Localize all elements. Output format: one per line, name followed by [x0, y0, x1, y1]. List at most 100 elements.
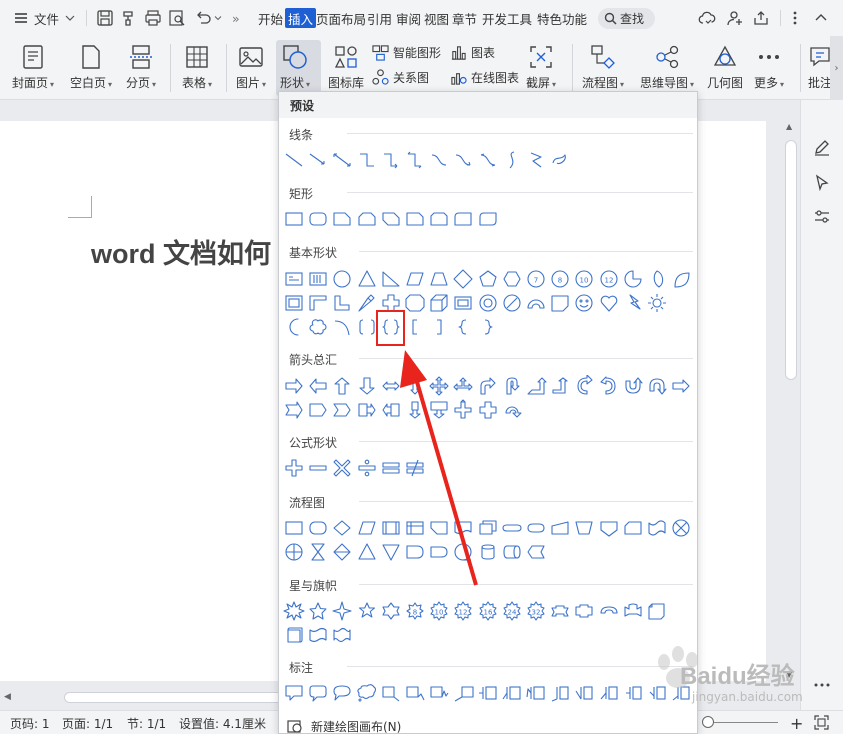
select-cursor-icon[interactable]: [813, 174, 831, 192]
shape-option[interactable]: [331, 375, 353, 397]
status-setting-value[interactable]: 设置值: 4.1厘米: [179, 711, 266, 734]
shape-option[interactable]: [622, 682, 644, 704]
new-canvas-item[interactable]: 新建绘图画布(N): [279, 717, 697, 733]
shape-option[interactable]: 12: [452, 600, 474, 622]
shape-option[interactable]: [598, 375, 620, 397]
shape-option[interactable]: [404, 316, 426, 338]
shape-option[interactable]: [477, 149, 499, 171]
shape-option[interactable]: [331, 541, 353, 563]
shape-option[interactable]: [477, 375, 499, 397]
shape-option[interactable]: [331, 517, 353, 539]
shape-option[interactable]: [380, 399, 402, 421]
shape-option[interactable]: [525, 517, 547, 539]
shape-option[interactable]: 8: [549, 268, 571, 290]
shape-option[interactable]: [380, 208, 402, 230]
shape-option[interactable]: [452, 541, 474, 563]
shape-option[interactable]: [452, 682, 474, 704]
shape-option[interactable]: 10: [428, 600, 450, 622]
status-pages[interactable]: 页面: 1/1: [62, 711, 113, 734]
shape-option[interactable]: [331, 457, 353, 479]
document-title-text[interactable]: word 文档如何: [91, 232, 271, 271]
shape-option[interactable]: [452, 316, 474, 338]
shape-option[interactable]: [331, 682, 353, 704]
collapse-ribbon-icon[interactable]: [812, 9, 830, 27]
shape-option[interactable]: [428, 268, 450, 290]
shape-option[interactable]: 24: [501, 600, 523, 622]
shape-option[interactable]: [452, 149, 474, 171]
shape-option[interactable]: [331, 399, 353, 421]
more-horizontal-icon[interactable]: [813, 680, 831, 690]
shape-option[interactable]: [380, 517, 402, 539]
shape-option[interactable]: [622, 375, 644, 397]
shape-option[interactable]: [477, 292, 499, 314]
shape-option[interactable]: [501, 149, 523, 171]
tab-chapter[interactable]: 章节: [452, 0, 477, 36]
shape-option[interactable]: [646, 292, 668, 314]
shape-option[interactable]: [283, 624, 305, 646]
shape-option[interactable]: [307, 208, 329, 230]
tab-references[interactable]: 引用: [367, 0, 392, 36]
format-painter-icon[interactable]: [120, 9, 138, 27]
shape-option[interactable]: [356, 292, 378, 314]
shape-option[interactable]: [501, 682, 523, 704]
shape-option[interactable]: [307, 292, 329, 314]
shape-option[interactable]: [331, 624, 353, 646]
shape-option[interactable]: [380, 375, 402, 397]
save-icon[interactable]: [96, 9, 114, 27]
shape-option[interactable]: [428, 208, 450, 230]
shape-option[interactable]: [670, 268, 692, 290]
shape-option[interactable]: [477, 682, 499, 704]
shape-option[interactable]: [598, 292, 620, 314]
shape-option[interactable]: [356, 541, 378, 563]
shape-option[interactable]: [380, 268, 402, 290]
shape-option[interactable]: [549, 682, 571, 704]
shape-option[interactable]: [525, 541, 547, 563]
picture-button[interactable]: 图片 ▾: [236, 44, 266, 91]
shape-option[interactable]: [331, 208, 353, 230]
online-chart-button[interactable]: 在线图表: [450, 69, 519, 86]
shape-option[interactable]: 8: [404, 600, 426, 622]
shape-option[interactable]: [380, 149, 402, 171]
shape-option[interactable]: [404, 149, 426, 171]
share-icon[interactable]: [752, 9, 770, 27]
shape-option[interactable]: [646, 375, 668, 397]
shape-option[interactable]: [307, 268, 329, 290]
tab-features[interactable]: 特色功能: [537, 0, 587, 36]
page-break-button[interactable]: 分页 ▾: [126, 44, 156, 91]
settings-sliders-icon[interactable]: [813, 208, 831, 226]
geometry-button[interactable]: 几何图: [707, 44, 743, 91]
zoom-in-icon[interactable]: +: [790, 711, 803, 734]
shape-option[interactable]: [501, 399, 523, 421]
shape-option[interactable]: [452, 375, 474, 397]
shape-option[interactable]: [452, 399, 474, 421]
tab-developer[interactable]: 开发工具: [482, 0, 532, 36]
undo-icon[interactable]: [194, 9, 212, 27]
shape-option[interactable]: [549, 149, 571, 171]
shape-option[interactable]: [307, 399, 329, 421]
undo-dropdown-icon[interactable]: [214, 15, 222, 21]
shape-option[interactable]: [670, 375, 692, 397]
shape-option[interactable]: [477, 517, 499, 539]
shape-option[interactable]: [356, 399, 378, 421]
shape-option[interactable]: [549, 292, 571, 314]
shape-option[interactable]: [525, 375, 547, 397]
shape-option[interactable]: [573, 517, 595, 539]
shape-option[interactable]: [452, 268, 474, 290]
shape-option[interactable]: [283, 208, 305, 230]
shape-option[interactable]: [380, 457, 402, 479]
print-preview-icon[interactable]: [168, 9, 186, 27]
shape-option[interactable]: [331, 292, 353, 314]
shape-option[interactable]: [501, 541, 523, 563]
print-icon[interactable]: [144, 9, 162, 27]
shape-option[interactable]: [356, 517, 378, 539]
shape-option[interactable]: 32: [525, 600, 547, 622]
shape-option[interactable]: [452, 517, 474, 539]
more-button[interactable]: 更多 ▾: [754, 44, 784, 91]
shape-option[interactable]: [307, 457, 329, 479]
shape-option[interactable]: [404, 457, 426, 479]
shape-option[interactable]: [573, 375, 595, 397]
zoom-slider-track[interactable]: [704, 722, 778, 723]
shape-option[interactable]: 16: [477, 600, 499, 622]
shape-option[interactable]: [646, 682, 668, 704]
shape-option[interactable]: [501, 292, 523, 314]
